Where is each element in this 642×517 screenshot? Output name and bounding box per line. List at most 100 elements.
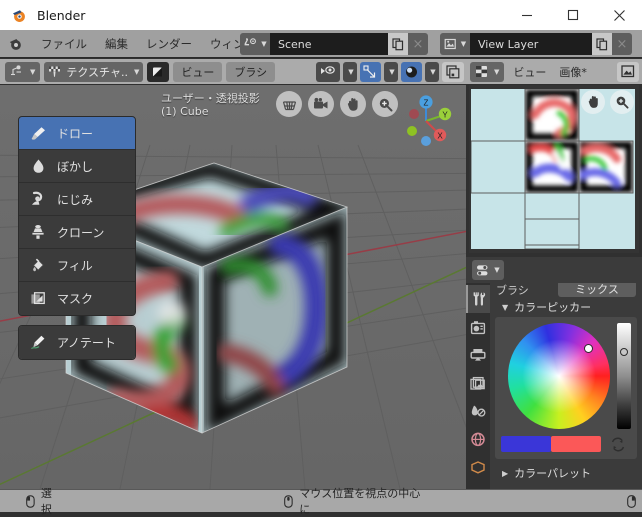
clone-icon xyxy=(28,224,48,240)
properties-tab-object[interactable] xyxy=(466,453,490,481)
scene-icon[interactable]: ▼ xyxy=(240,33,270,55)
interaction-mode-dropdown[interactable]: テクスチャ.. ▼ xyxy=(44,61,144,82)
color-wheel-cursor[interactable] xyxy=(583,344,593,354)
tool-annotate[interactable]: アノテート xyxy=(19,326,135,359)
viewport-view-name: ユーザー・透視投影 xyxy=(161,92,260,105)
zoom-icon[interactable] xyxy=(372,91,398,117)
svg-text:Z: Z xyxy=(424,99,429,108)
proportional-editing-dropdown[interactable]: ▼ xyxy=(425,61,439,82)
visibility-dropdown[interactable]: ▼ xyxy=(343,61,357,82)
value-slider-cursor[interactable] xyxy=(620,348,629,357)
hand-icon[interactable] xyxy=(340,91,366,117)
zoom-icon[interactable] xyxy=(610,90,634,114)
camera-icon[interactable] xyxy=(308,91,334,117)
tool-icon xyxy=(473,292,486,306)
brush-blend-label: ブラシ xyxy=(496,284,529,297)
primary-color-swatch[interactable] xyxy=(501,436,551,452)
fill-icon xyxy=(28,257,48,274)
tool-label: クローン xyxy=(57,225,105,240)
chevron-down-icon: ▼ xyxy=(389,67,395,76)
wheel-row xyxy=(501,323,631,429)
tool-group-paint: ドロー ぼかし にじみ クローン フィル マスク xyxy=(18,116,136,316)
tool-draw[interactable]: ドロー xyxy=(19,117,135,150)
triangle-down-icon: ▼ xyxy=(502,302,509,312)
properties-tab-world[interactable] xyxy=(466,425,490,453)
menu-render[interactable]: レンダー xyxy=(137,30,201,58)
tool-smear[interactable]: にじみ xyxy=(19,183,135,216)
properties-content: ブラシ ミックス ▼ カラーピッカー ▶ カラーパレット xyxy=(490,283,642,489)
color-picker-body xyxy=(495,317,637,459)
maximize-button[interactable] xyxy=(550,0,596,30)
window-controls xyxy=(504,0,642,30)
properties-tab-scene[interactable] xyxy=(466,397,490,425)
tool-clone[interactable]: クローン xyxy=(19,216,135,249)
blur-icon xyxy=(28,158,48,174)
mouse-left-icon xyxy=(26,494,35,508)
chevron-down-icon: ▼ xyxy=(348,67,354,76)
view-layer-new-button[interactable] xyxy=(592,33,612,55)
color-wheel[interactable] xyxy=(508,323,611,429)
properties-tab-view-layer[interactable] xyxy=(466,369,490,397)
window-titlebar: Blender xyxy=(0,0,642,30)
grid-icon[interactable] xyxy=(276,91,302,117)
uv-menu-image[interactable]: 画像* xyxy=(555,64,591,80)
visibility-toggle[interactable] xyxy=(316,61,340,82)
viewport-canvas[interactable]: ユーザー・透視投影 (1) Cube Z Y X ドロー ぼかし にじみ クロー… xyxy=(0,85,466,489)
status-center-view-label: マウス位置を視点の中心に xyxy=(299,487,421,516)
menu-edit[interactable]: 編集 xyxy=(96,30,137,58)
view-layer-name-field[interactable]: View Layer xyxy=(470,33,592,55)
viewport-object-name: (1) Cube xyxy=(161,105,209,118)
viewport-editor-type-button[interactable]: ▼ xyxy=(5,61,41,82)
snapping-toggle[interactable] xyxy=(360,61,381,82)
hand-icon[interactable] xyxy=(581,90,605,114)
viewport-menu-brush[interactable]: ブラシ xyxy=(226,61,276,82)
swap-colors-icon[interactable] xyxy=(609,437,627,452)
secondary-color-swatch[interactable] xyxy=(551,436,601,452)
status-bar: 選択 マウス位置を視点の中心に xyxy=(0,487,642,516)
brush-blend-button[interactable]: ミックス xyxy=(558,283,636,297)
overlays-button[interactable] xyxy=(442,61,464,82)
scene-props-icon xyxy=(471,405,486,417)
close-button[interactable] xyxy=(596,0,642,30)
images-icon xyxy=(470,376,485,390)
tool-blur[interactable]: ぼかし xyxy=(19,150,135,183)
scene-selector[interactable]: ▼ Scene × xyxy=(240,33,428,55)
window-title: Blender xyxy=(37,7,86,23)
view-layer-icon[interactable]: ▼ xyxy=(440,33,470,55)
mouse-right-icon xyxy=(627,494,636,508)
color-picker-panel-header[interactable]: ▼ カラーピッカー xyxy=(490,297,642,317)
properties-tab-tool[interactable] xyxy=(466,285,490,313)
tool-label: マスク xyxy=(57,292,94,306)
chevron-down-icon: ▼ xyxy=(494,266,500,274)
status-select: 選択 xyxy=(26,485,62,517)
tool-fill[interactable]: フィル xyxy=(19,249,135,282)
image-pin-button[interactable] xyxy=(617,61,639,82)
value-slider[interactable] xyxy=(617,323,631,429)
uv-canvas[interactable] xyxy=(469,85,639,253)
proportional-editing-toggle[interactable] xyxy=(401,61,422,82)
status-right-mouse xyxy=(627,494,642,508)
viewport-menu-view[interactable]: ビュー xyxy=(173,61,223,82)
properties-editor-type-button[interactable]: ▼ xyxy=(472,260,504,280)
right-column: ▼ ビュー 画像* ▼ ブラシ ミックス ▼ カラーピッカー ▶ カラーパレット xyxy=(466,59,642,489)
scene-unlink-button[interactable]: × xyxy=(408,33,428,55)
tool-mask[interactable]: マスク xyxy=(19,282,135,315)
scene-new-button[interactable] xyxy=(388,33,408,55)
minimize-button[interactable] xyxy=(504,0,550,30)
color-palette-panel-header[interactable]: ▶ カラーパレット xyxy=(490,463,642,483)
scene-name-field[interactable]: Scene xyxy=(270,33,388,55)
shading-mode-button[interactable] xyxy=(147,61,170,82)
view-layer-selector[interactable]: ▼ View Layer × xyxy=(440,33,632,55)
navigation-gizmo[interactable]: Z Y X xyxy=(398,93,454,149)
uv-editor-type-button[interactable]: ▼ xyxy=(470,61,505,82)
uv-editor-header: ▼ ビュー 画像* xyxy=(466,59,642,85)
blender-menu-logo-icon[interactable] xyxy=(8,36,24,52)
properties-tab-render[interactable] xyxy=(466,313,490,341)
viewport-3d: ▼ テクスチャ.. ▼ ビュー ブラシ ▼ ▼ ▼ ユーザー・透視投影 (1) … xyxy=(0,59,466,489)
snapping-dropdown[interactable]: ▼ xyxy=(384,61,398,82)
uv-menu-view[interactable]: ビュー xyxy=(509,64,550,80)
menu-file[interactable]: ファイル xyxy=(32,30,96,58)
brush-blend-row: ブラシ ミックス xyxy=(490,283,642,297)
properties-tab-output[interactable] xyxy=(466,341,490,369)
view-layer-unlink-button[interactable]: × xyxy=(612,33,632,55)
